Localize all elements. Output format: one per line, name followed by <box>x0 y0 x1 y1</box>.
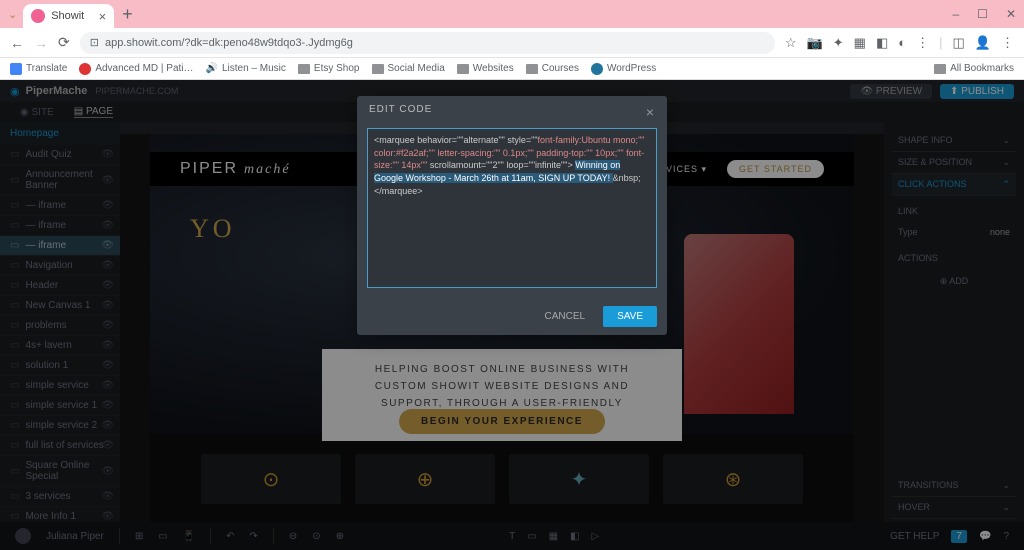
app-root: ◉ PiperMache PIPERMACHE.COM 👁 PREVIEW ⬆ … <box>0 80 1024 550</box>
cancel-button[interactable]: CANCEL <box>534 306 595 327</box>
code-editor[interactable]: <marquee behavior=""alternate"" style=""… <box>367 128 657 288</box>
ext-icon-3[interactable]: ◧ <box>876 35 888 51</box>
tab-dropdown-icon[interactable]: ⌄ <box>8 8 17 21</box>
browser-titlebar: ⌄ Showit × + – ☐ ✕ <box>0 0 1024 28</box>
edit-code-modal: EDIT CODE × <marquee behavior=""alternat… <box>357 96 667 335</box>
forward-icon[interactable]: → <box>34 35 48 51</box>
save-button[interactable]: SAVE <box>603 306 657 327</box>
address-bar: ← → ⟳ ⊡ app.showit.com/?dk=dk:peno48w9td… <box>0 28 1024 58</box>
bookmark-star-icon[interactable]: ☆ <box>785 35 797 51</box>
menu-icon[interactable]: ⋮ <box>1001 35 1014 51</box>
camera-icon[interactable]: 📷 <box>807 35 823 51</box>
site-info-icon[interactable]: ⊡ <box>90 36 99 49</box>
modal-close-icon[interactable]: × <box>646 104 655 120</box>
extension-icons: ☆ 📷 ✦ ▦ ◧ ◐ ⋮ | ◫ 👤 ⋮ <box>785 35 1014 51</box>
bookmark-folder[interactable]: Social Media <box>372 63 445 74</box>
new-tab-button[interactable]: + <box>122 4 133 25</box>
bookmark-item[interactable]: Translate <box>10 63 67 75</box>
ext-icon-4[interactable]: ◐ <box>898 35 906 51</box>
tab-title: Showit <box>51 10 84 22</box>
maximize-icon[interactable]: ☐ <box>977 7 988 21</box>
bookmark-folder[interactable]: Courses <box>526 63 579 74</box>
bookmark-folder[interactable]: Websites <box>457 63 514 74</box>
tab-close-icon[interactable]: × <box>99 9 107 24</box>
bookmark-item[interactable]: Advanced MD | Pati… <box>79 63 193 75</box>
back-icon[interactable]: ← <box>10 35 24 51</box>
folder-icon <box>526 64 538 74</box>
music-icon: 🔊 <box>206 63 218 74</box>
ext-icon-1[interactable]: ✦ <box>833 35 844 51</box>
wordpress-icon <box>591 63 603 75</box>
reload-icon[interactable]: ⟳ <box>58 34 70 51</box>
med-icon <box>79 63 91 75</box>
browser-tab[interactable]: Showit × <box>23 4 114 28</box>
bookmark-item[interactable]: 🔊Listen – Music <box>206 63 286 74</box>
bookmarks-bar: Translate Advanced MD | Pati… 🔊Listen – … <box>0 58 1024 80</box>
url-field[interactable]: ⊡ app.showit.com/?dk=dk:peno48w9tdqo3-.J… <box>80 32 775 54</box>
close-window-icon[interactable]: ✕ <box>1006 7 1016 21</box>
folder-icon <box>372 64 384 74</box>
translate-icon <box>10 63 22 75</box>
separator: | <box>939 35 942 51</box>
kebab-icon[interactable]: ⋮ <box>916 35 929 51</box>
profile-icon[interactable]: 👤 <box>975 35 991 51</box>
folder-icon <box>457 64 469 74</box>
bookmark-folder[interactable]: Etsy Shop <box>298 63 360 74</box>
minimize-icon[interactable]: – <box>952 7 959 21</box>
folder-icon <box>934 64 946 74</box>
window-controls: – ☐ ✕ <box>952 7 1016 21</box>
url-text: app.showit.com/?dk=dk:peno48w9tdqo3-.Jyd… <box>105 37 353 49</box>
all-bookmarks-button[interactable]: All Bookmarks <box>934 63 1014 74</box>
tab-favicon <box>31 9 45 23</box>
folder-icon <box>298 64 310 74</box>
ext-icon-2[interactable]: ▦ <box>854 35 866 51</box>
modal-title: EDIT CODE <box>369 104 432 120</box>
side-panel-icon[interactable]: ◫ <box>953 35 965 51</box>
bookmark-item[interactable]: WordPress <box>591 63 656 75</box>
